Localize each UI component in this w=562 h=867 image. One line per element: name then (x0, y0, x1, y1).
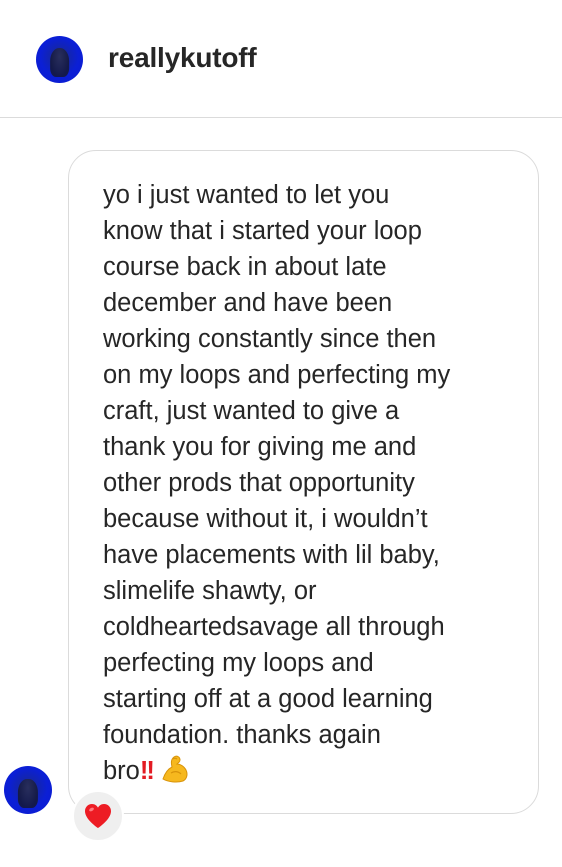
conversation-header: reallykutoff (0, 0, 562, 118)
username-label[interactable]: reallykutoff (108, 42, 257, 74)
avatar-figure (49, 48, 70, 78)
avatar-figure (17, 778, 39, 809)
flexed-biceps-icon (162, 755, 188, 783)
red-heart-icon (85, 804, 111, 828)
message-text: yo i just wanted to let you know that i … (103, 177, 513, 789)
dm-thread: reallykutoff yo i just wanted to let you… (0, 0, 562, 867)
heart-reaction[interactable] (72, 790, 124, 842)
message-body: yo i just wanted to let you know that i … (103, 181, 451, 785)
profile-avatar[interactable] (36, 36, 83, 83)
double-exclamation-icon: !! (139, 757, 155, 785)
message-bubble[interactable]: yo i just wanted to let you know that i … (68, 150, 539, 814)
sender-avatar[interactable] (4, 766, 52, 814)
